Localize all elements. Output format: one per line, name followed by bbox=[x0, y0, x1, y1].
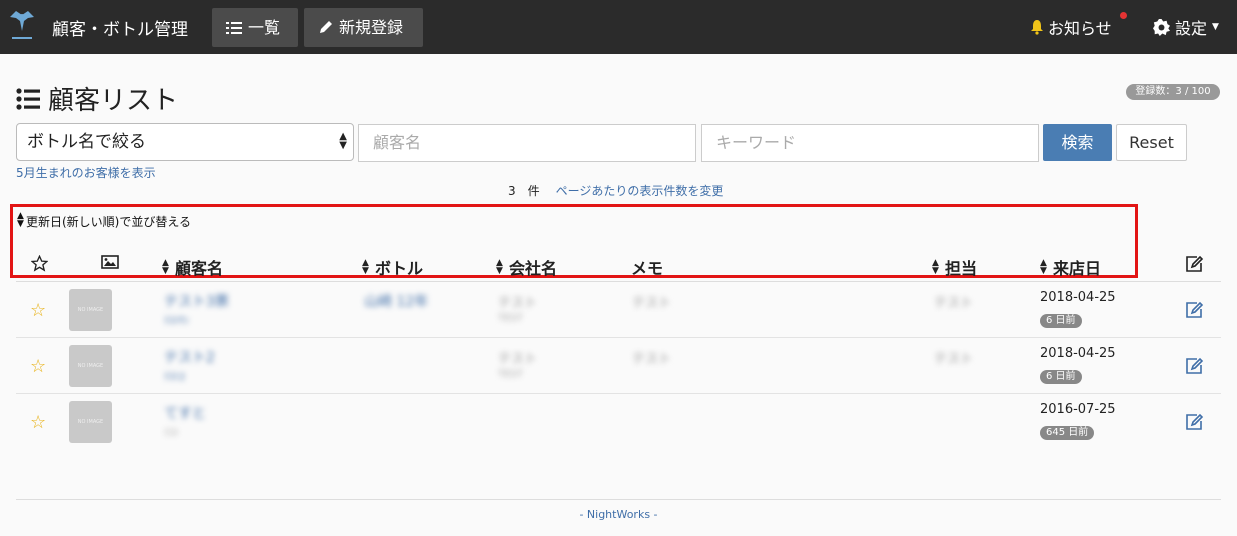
settings-button[interactable]: 設定 ▼ bbox=[1153, 15, 1219, 39]
staff-name: テスト bbox=[934, 296, 974, 311]
edit-icon[interactable] bbox=[1184, 300, 1204, 320]
memo-header: メモ bbox=[631, 255, 663, 279]
notice-label: お知らせ bbox=[1048, 19, 1112, 38]
row-divider bbox=[16, 393, 1221, 394]
birth-month-link[interactable]: 5月生まれのお客様を表示 bbox=[16, 164, 156, 181]
row-divider bbox=[16, 337, 1221, 338]
customer-name-header-label: 顧客名 bbox=[175, 259, 224, 278]
reset-button[interactable]: Reset bbox=[1116, 124, 1187, 161]
image-column-header bbox=[101, 255, 119, 269]
staff-header-label: 担当 bbox=[945, 259, 978, 278]
customer-kana: ﾃｽﾄ2 bbox=[164, 372, 186, 383]
select-arrows-icon: ▲ ▼ bbox=[339, 131, 347, 151]
favorite-star-icon[interactable]: ☆ bbox=[30, 300, 46, 321]
sort-icon: ▲ ▼ bbox=[932, 258, 939, 276]
search-button[interactable]: 検索 bbox=[1043, 124, 1112, 161]
footer-divider bbox=[16, 499, 1221, 500]
result-summary: 3 件 ページあたりの表示件数を変更 bbox=[508, 182, 723, 199]
list-icon bbox=[226, 21, 242, 34]
customer-name-input[interactable]: 顧客名 bbox=[358, 124, 696, 162]
keyword-input[interactable]: キーワード bbox=[701, 124, 1039, 162]
memo-text: テスト bbox=[632, 352, 672, 367]
edit-icon bbox=[1186, 255, 1204, 272]
favorite-star-icon[interactable]: ☆ bbox=[30, 412, 46, 433]
settings-label: 設定 bbox=[1175, 19, 1208, 38]
favorite-star-icon[interactable]: ☆ bbox=[30, 356, 46, 377]
registration-count-badge: 登録数：3 / 100 bbox=[1126, 84, 1220, 100]
memo-header-label: メモ bbox=[631, 259, 664, 278]
favorite-column-header[interactable] bbox=[31, 255, 48, 272]
company-header-label: 会社名 bbox=[509, 259, 558, 278]
notification-dot bbox=[1120, 12, 1127, 19]
list-label: 一覧 bbox=[248, 18, 281, 37]
company-name: テスト bbox=[498, 296, 538, 311]
sort-icon: ▲ ▼ bbox=[1040, 258, 1047, 276]
no-image-thumbnail[interactable]: NO IMAGE bbox=[69, 345, 112, 387]
bottle-header[interactable]: ▲ ▼ ボトル bbox=[362, 255, 423, 279]
staff-header[interactable]: ▲ ▼ 担当 bbox=[932, 255, 977, 279]
new-register-label: 新規登録 bbox=[339, 18, 404, 37]
footer-credit[interactable]: - NightWorks - bbox=[0, 508, 1237, 521]
page-title: 顧客リスト bbox=[16, 80, 178, 117]
logo-icon[interactable] bbox=[6, 9, 38, 45]
sort-icon: ▲ ▼ bbox=[362, 258, 369, 276]
sort-icon: ▲ ▼ bbox=[17, 211, 24, 229]
no-image-thumbnail[interactable]: NO IMAGE bbox=[69, 401, 112, 443]
sort-by-updated-label: 更新日(新しい順)で並び替える bbox=[26, 215, 192, 229]
days-ago-badge: 6 日前 bbox=[1040, 370, 1082, 384]
image-icon bbox=[101, 255, 119, 269]
edit-icon[interactable] bbox=[1184, 356, 1204, 376]
visit-date-header[interactable]: ▲ ▼ 来店日 bbox=[1040, 255, 1101, 279]
visit-date: 2018-04-25 bbox=[1040, 290, 1116, 305]
pencil-icon bbox=[320, 21, 332, 33]
memo-text: テスト bbox=[632, 296, 672, 311]
list-button[interactable]: 一覧 bbox=[212, 8, 298, 47]
page-title-text: 顧客リスト bbox=[48, 86, 179, 116]
customer-name-header[interactable]: ▲ ▼ 顧客名 bbox=[162, 255, 223, 279]
visit-date-header-label: 来店日 bbox=[1053, 259, 1102, 278]
per-page-link[interactable]: ページあたりの表示件数を変更 bbox=[556, 182, 724, 199]
customer-name-link[interactable]: テスト3票 bbox=[164, 291, 229, 311]
notice-button[interactable]: お知らせ bbox=[1030, 15, 1112, 39]
days-ago-badge: 6 日前 bbox=[1040, 314, 1082, 328]
sort-icon: ▲ ▼ bbox=[496, 258, 503, 276]
sort-icon: ▲ ▼ bbox=[162, 258, 169, 276]
bottle-header-label: ボトル bbox=[375, 259, 424, 278]
new-register-button[interactable]: 新規登録 bbox=[304, 8, 423, 47]
edit-column-header bbox=[1184, 255, 1204, 273]
bell-icon bbox=[1031, 20, 1043, 35]
visit-date: 2016-07-25 bbox=[1040, 402, 1116, 417]
sort-by-updated-link[interactable]: ▲ ▼ 更新日(新しい順)で並び替える bbox=[17, 212, 191, 230]
days-ago-badge: 645 日前 bbox=[1040, 426, 1095, 440]
header-divider bbox=[16, 281, 1221, 282]
customer-name-link[interactable]: てすと bbox=[164, 403, 206, 423]
result-count: 3 件 bbox=[508, 184, 540, 198]
navbar: 顧客・ボトル管理 一覧 新規登録 お知らせ 設定 ▼ bbox=[0, 0, 1237, 54]
company-name: テスト bbox=[498, 352, 538, 367]
bottle-filter-value: ボトル名で絞る bbox=[27, 132, 146, 152]
edit-icon[interactable] bbox=[1184, 412, 1204, 432]
bottle-link[interactable]: 山崎 12年 bbox=[364, 291, 428, 311]
list-icon bbox=[16, 87, 40, 110]
company-sub: TEST bbox=[498, 369, 523, 380]
company-sub: TEST bbox=[498, 313, 523, 324]
star-outline-icon bbox=[31, 255, 48, 272]
customer-kana: ﾃｽﾄ bbox=[164, 428, 179, 439]
visit-date: 2018-04-25 bbox=[1040, 346, 1116, 361]
company-header[interactable]: ▲ ▼ 会社名 bbox=[496, 255, 557, 279]
customer-kana: ﾃｽﾄｻﾝ bbox=[164, 316, 189, 327]
gear-icon bbox=[1153, 18, 1170, 36]
staff-name: テスト bbox=[934, 352, 974, 367]
customer-name-link[interactable]: テスト2 bbox=[164, 347, 215, 367]
caret-down-icon: ▼ bbox=[1212, 22, 1219, 32]
app-title[interactable]: 顧客・ボトル管理 bbox=[52, 15, 188, 40]
bottle-filter-select[interactable]: ボトル名で絞る ▲ ▼ bbox=[16, 123, 354, 161]
no-image-thumbnail[interactable]: NO IMAGE bbox=[69, 289, 112, 331]
